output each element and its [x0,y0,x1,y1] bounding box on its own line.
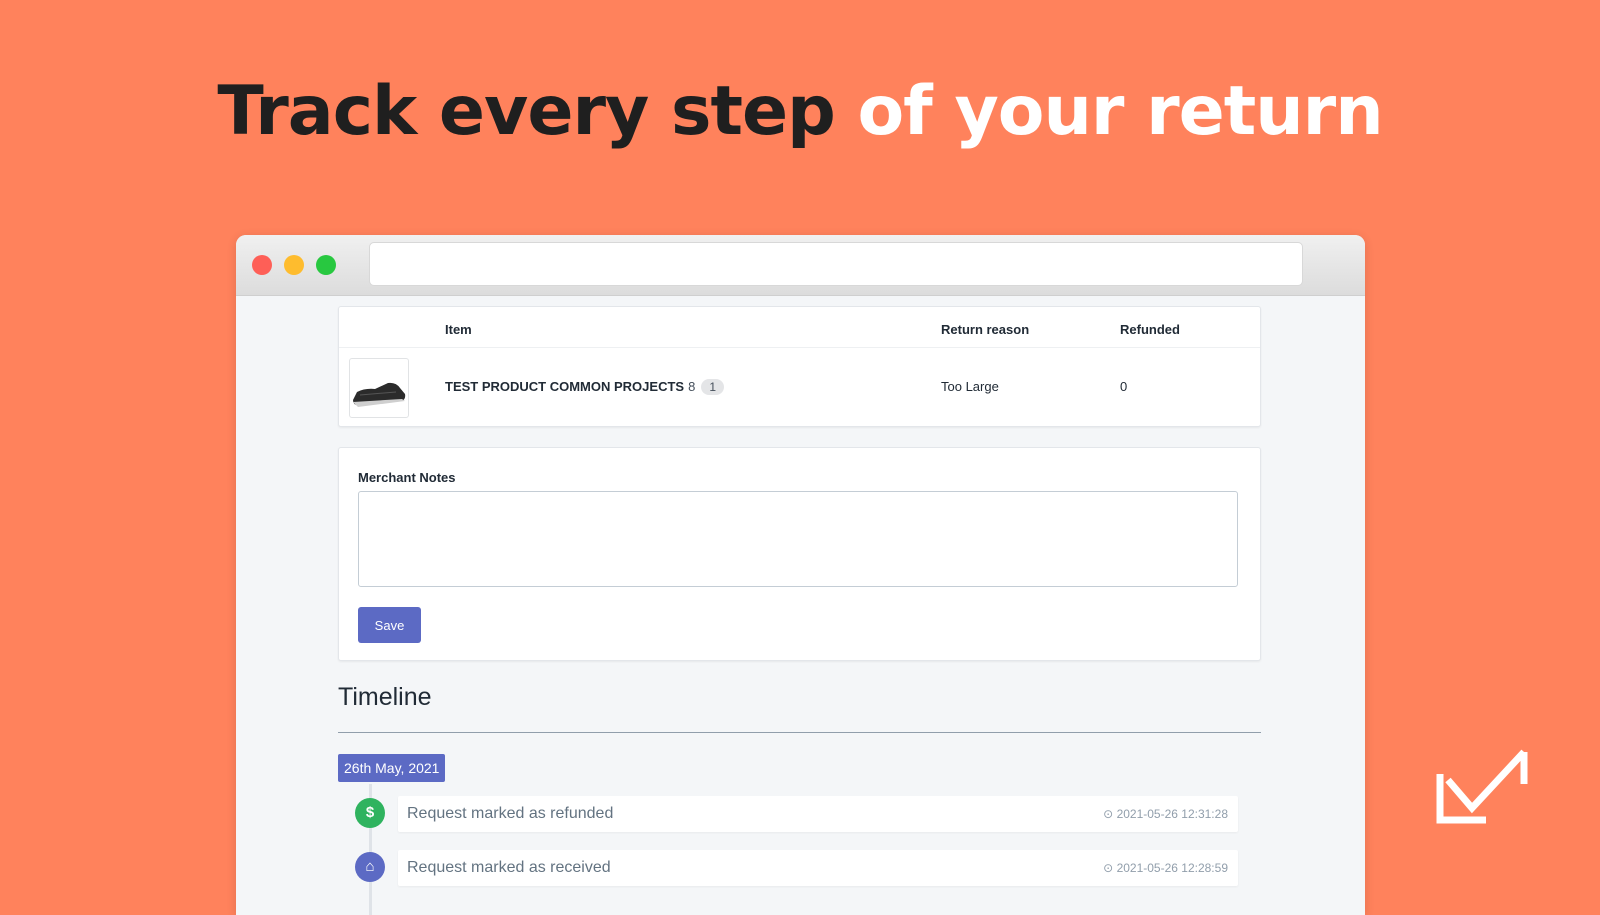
browser-window: Item Return reason Refunded TEST PRODUCT… [236,235,1365,915]
merchant-notes-card: Merchant Notes Save [338,447,1261,661]
page-content: Item Return reason Refunded TEST PRODUCT… [338,306,1261,915]
browser-titlebar [236,235,1365,296]
clock-icon: ⊙ [1103,861,1117,875]
return-reason-column-header: Return reason [941,322,1030,337]
timeline-divider [338,732,1261,733]
product-name[interactable]: TEST PRODUCT COMMON PROJECTS [445,379,684,394]
clock-icon: ⊙ [1103,807,1117,821]
refunded-cell: 0 [1120,379,1128,394]
event-text: Request marked as received [407,859,611,876]
brand-logo-icon [1436,749,1528,824]
event-timestamp: ⊙ 2021-05-26 12:28:59 [1103,861,1228,875]
dollar-icon: $ [355,798,385,828]
timeline-event: $ Request marked as refunded ⊙ 2021-05-2… [338,784,1261,838]
timeline-event-box: Request marked as received ⊙ 2021-05-26 … [398,850,1238,886]
event-timestamp: ⊙ 2021-05-26 12:31:28 [1103,807,1228,821]
timeline-title: Timeline [338,683,432,711]
headline-light: of your return [857,72,1383,151]
merchant-notes-label: Merchant Notes [358,470,456,485]
timeline-event-box: Request marked as refunded ⊙ 2021-05-26 … [398,796,1238,832]
event-text: Request marked as refunded [407,805,614,822]
address-bar[interactable] [369,242,1303,286]
event-time-value: 2021-05-26 12:28:59 [1116,861,1228,875]
timeline-events: $ Request marked as refunded ⊙ 2021-05-2… [338,784,1261,915]
minimize-window-button[interactable] [284,255,304,275]
timeline-event: ⌂ Request marked as received ⊙ 2021-05-2… [338,838,1261,892]
quantity-badge: 1 [701,379,724,395]
sneaker-image [353,382,406,407]
return-items-card: Item Return reason Refunded TEST PRODUCT… [338,306,1261,427]
return-reason-cell: Too Large [941,379,999,394]
event-time-value: 2021-05-26 12:31:28 [1116,807,1228,821]
headline: Track every step of your return [0,72,1600,151]
inbox-icon: ⌂ [355,852,385,882]
table-divider [339,347,1260,348]
maximize-window-button[interactable] [316,255,336,275]
product-thumbnail [349,358,409,418]
close-window-button[interactable] [252,255,272,275]
timeline-date-badge: 26th May, 2021 [338,754,446,782]
item-column-header: Item [445,322,472,337]
merchant-notes-input[interactable] [358,491,1238,587]
refunded-column-header: Refunded [1120,322,1180,337]
headline-dark: Track every step [217,72,835,151]
save-button[interactable]: Save [358,607,421,643]
product-cell: TEST PRODUCT COMMON PROJECTS 8 1 [445,379,724,395]
product-variant: 8 [688,379,696,394]
